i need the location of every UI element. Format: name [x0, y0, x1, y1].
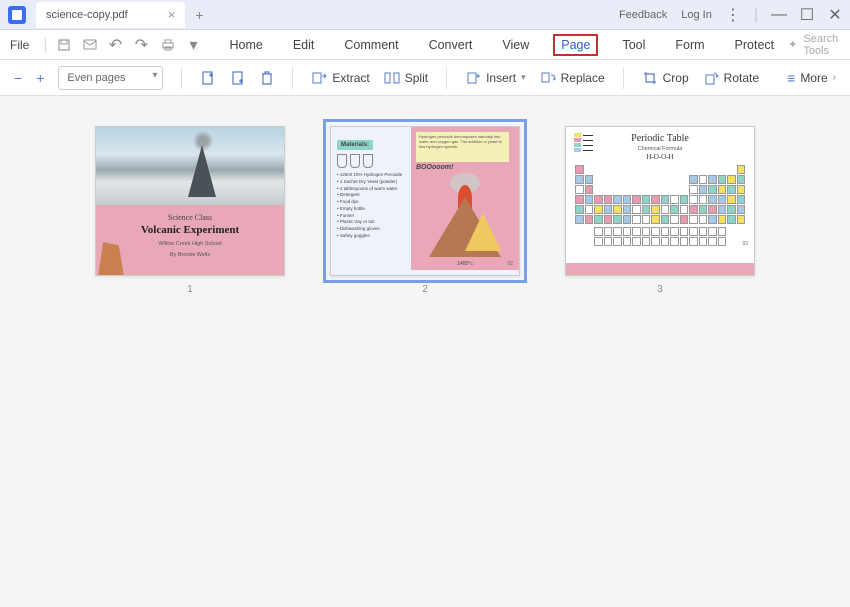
- periodic-legend: [574, 133, 596, 153]
- more-icon: ≡: [787, 70, 795, 86]
- periodic-title: Periodic Table: [574, 133, 746, 144]
- tab-title: science-copy.pdf: [46, 9, 128, 21]
- page-thumbnail-1[interactable]: Science Class Volcanic Experiment Willow…: [95, 126, 285, 276]
- extract-icon: [311, 70, 327, 86]
- materials-label: Materials:: [337, 140, 373, 150]
- extract-label: Extract: [332, 71, 369, 85]
- materials-list: • 125ml 10% Hydrogen Peroxide• 1 Sachet …: [337, 172, 405, 240]
- main-menu: Home Edit Comment Convert View Page Tool…: [224, 34, 781, 56]
- menu-comment[interactable]: Comment: [338, 34, 404, 56]
- insert-icon: [465, 70, 481, 86]
- menu-edit[interactable]: Edit: [287, 34, 321, 56]
- slide-pagenum-3: 03: [742, 241, 748, 247]
- login-link[interactable]: Log In: [681, 9, 712, 21]
- split-label: Split: [405, 71, 428, 85]
- menubar: File | ↶ ↷ ▾ Home Edit Comment Convert V…: [0, 30, 850, 60]
- menu-protect[interactable]: Protect: [729, 34, 781, 56]
- titlebar: science-copy.pdf × + Feedback Log In ⋮ |…: [0, 0, 850, 30]
- menu-convert[interactable]: Convert: [423, 34, 479, 56]
- new-tab-button[interactable]: +: [195, 7, 203, 23]
- rotate-icon: [703, 70, 719, 86]
- save-icon[interactable]: [56, 37, 72, 53]
- search-placeholder: Search Tools: [803, 33, 838, 57]
- qat-dropdown-icon[interactable]: ▾: [186, 37, 202, 53]
- kebab-menu-icon[interactable]: ⋮: [726, 8, 740, 22]
- insert-label: Insert: [486, 71, 516, 85]
- slide1-sub1: Willow Creek High School: [108, 241, 272, 247]
- replace-button[interactable]: Replace: [540, 70, 605, 86]
- page-number-1: 1: [187, 284, 193, 295]
- page-number-2: 2: [422, 284, 428, 295]
- more-button[interactable]: ≡ More ›: [787, 70, 836, 86]
- feedback-link[interactable]: Feedback: [619, 9, 667, 21]
- zoom-in-icon[interactable]: +: [36, 70, 44, 86]
- thumbnail-wrap-2: Materials: • 125ml 10% Hydrogen Peroxide…: [330, 126, 520, 295]
- page-thumbnail-3[interactable]: Periodic Table Chemical Formula H-O-O-H …: [565, 126, 755, 276]
- delete-page-icon[interactable]: [260, 70, 274, 86]
- thumbnail-wrap-3: Periodic Table Chemical Formula H-O-O-H …: [565, 126, 755, 295]
- slide1-pretitle: Science Class: [108, 213, 272, 222]
- rotate-label: Rotate: [724, 71, 759, 85]
- insert-blank-before-icon[interactable]: [200, 70, 216, 86]
- undo-icon[interactable]: ↶: [108, 37, 124, 53]
- thumbnail-wrap-1: Science Class Volcanic Experiment Willow…: [95, 126, 285, 295]
- volcano-diagram: [425, 175, 505, 265]
- zoom-out-icon[interactable]: −: [14, 70, 22, 86]
- page-filter-select-el[interactable]: Even pages: [58, 66, 163, 90]
- page-thumbnail-2[interactable]: Materials: • 125ml 10% Hydrogen Peroxide…: [330, 126, 520, 276]
- sticky-note: Hydrogen peroxide decomposes naturally i…: [416, 132, 509, 162]
- bottle-illustrations: [337, 154, 405, 168]
- page-filter-select[interactable]: Even pages: [58, 66, 163, 90]
- split-icon: [384, 70, 400, 86]
- maximize-icon[interactable]: ☐: [800, 8, 814, 22]
- insert-blank-after-icon[interactable]: [230, 70, 246, 86]
- rotate-button[interactable]: Rotate: [703, 70, 759, 86]
- menu-page[interactable]: Page: [553, 34, 598, 56]
- mail-icon[interactable]: [82, 37, 98, 53]
- page-toolbar: − + Even pages Extract Split Insert ▾ Re…: [0, 60, 850, 96]
- crop-label: Crop: [663, 71, 689, 85]
- redo-icon[interactable]: ↷: [134, 37, 150, 53]
- print-icon[interactable]: [160, 37, 176, 53]
- replace-label: Replace: [561, 71, 605, 85]
- wand-icon: ✦: [788, 38, 797, 51]
- periodic-subtitle: Chemical Formula: [574, 146, 746, 152]
- search-tools[interactable]: ✦ Search Tools: [788, 33, 838, 57]
- page-number-3: 3: [657, 284, 663, 295]
- menu-view[interactable]: View: [496, 34, 535, 56]
- page-thumbnails-workspace[interactable]: Science Class Volcanic Experiment Willow…: [0, 96, 850, 607]
- menu-home[interactable]: Home: [224, 34, 269, 56]
- minimize-icon[interactable]: —: [772, 8, 786, 22]
- split-button[interactable]: Split: [384, 70, 428, 86]
- tab-close-icon[interactable]: ×: [168, 7, 176, 22]
- slide1-sub2: By Brooke Wells: [108, 252, 272, 258]
- chemical-formula: H-O-O-H: [574, 153, 746, 161]
- boom-text: BOOooom!: [416, 164, 514, 171]
- periodic-table-art: [574, 165, 746, 246]
- slide-pagenum-2: 02: [507, 261, 513, 267]
- extract-button[interactable]: Extract: [311, 70, 369, 86]
- app-icon: [8, 6, 26, 24]
- more-label: More: [800, 71, 827, 85]
- menu-tool[interactable]: Tool: [616, 34, 651, 56]
- temperature-label: 1400°c: [457, 261, 473, 267]
- insert-button[interactable]: Insert ▾: [465, 70, 526, 86]
- file-menu[interactable]: File: [10, 38, 29, 52]
- crop-icon: [642, 70, 658, 86]
- chevron-down-icon: ▾: [521, 72, 526, 83]
- document-tab[interactable]: science-copy.pdf ×: [36, 2, 185, 28]
- replace-icon: [540, 70, 556, 86]
- slide1-title: Volcanic Experiment: [108, 224, 272, 236]
- volcano-photo: [96, 127, 284, 205]
- menu-form[interactable]: Form: [669, 34, 710, 56]
- crop-button[interactable]: Crop: [642, 70, 689, 86]
- close-window-icon[interactable]: ✕: [828, 8, 842, 22]
- chevron-right-icon: ›: [833, 72, 836, 83]
